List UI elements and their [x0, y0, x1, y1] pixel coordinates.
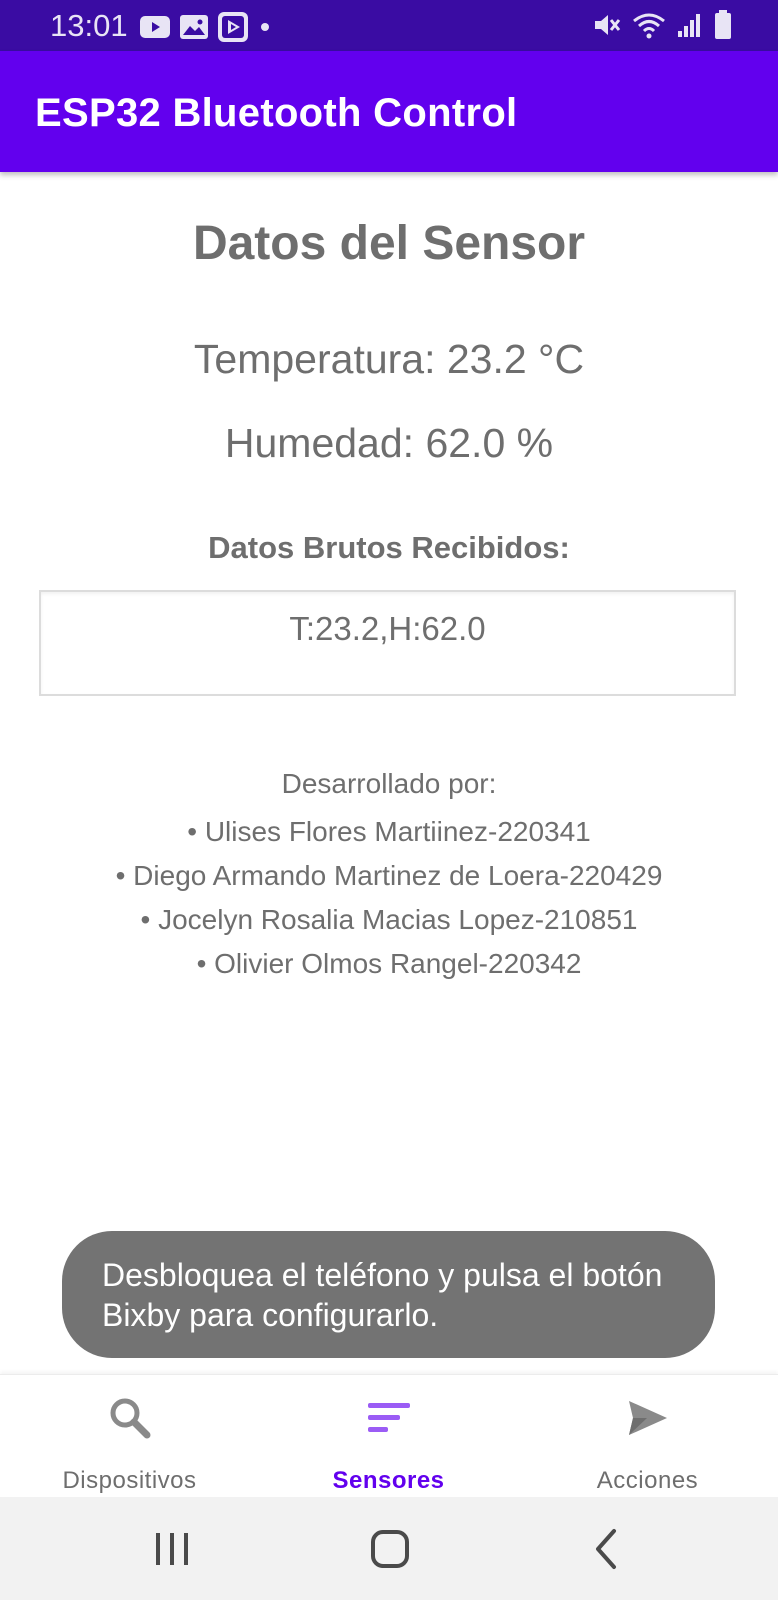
signal-icon — [676, 11, 704, 44]
back-icon[interactable] — [578, 1527, 638, 1571]
gallery-icon — [180, 15, 208, 44]
toast-text: Desbloquea el teléfono y pulsa el botón … — [102, 1257, 663, 1333]
status-right-icons — [592, 10, 732, 45]
wifi-icon — [632, 11, 666, 44]
send-icon — [625, 1395, 671, 1441]
nav-item-dispositivos[interactable]: Dispositivos — [0, 1375, 259, 1498]
nav-item-acciones[interactable]: Acciones — [518, 1375, 777, 1498]
nav-label-sensores: Sensores — [332, 1467, 445, 1494]
youtube-icon — [140, 16, 170, 43]
home-icon[interactable] — [360, 1527, 420, 1571]
dot-icon — [258, 20, 272, 39]
developers-heading: Desarrollado por: — [281, 768, 497, 799]
battery-icon — [714, 10, 732, 45]
nav-label-acciones: Acciones — [596, 1467, 699, 1494]
play-store-icon — [218, 12, 248, 47]
mute-icon — [592, 11, 622, 44]
app-bar: ESP32 Bluetooth Control — [0, 51, 778, 172]
recent-apps-icon[interactable] — [142, 1527, 202, 1571]
developers-list: • Ulises Flores Martiinez-220341 • Diego… — [0, 810, 778, 986]
raw-data-box: T:23.2,H:62.0 — [39, 590, 736, 696]
raw-data-heading: Datos Brutos Recibidos: — [208, 530, 570, 565]
app-title: ESP32 Bluetooth Control — [35, 91, 518, 135]
status-left-icons — [140, 12, 272, 47]
developer-item: • Olivier Olmos Rangel-220342 — [196, 948, 582, 979]
developer-item: • Diego Armando Martinez de Loera-220429 — [115, 860, 663, 891]
bottom-navigation: Dispositivos Sensores Acciones — [0, 1374, 778, 1498]
toast-message: Desbloquea el teléfono y pulsa el botón … — [62, 1231, 715, 1358]
system-navigation-bar — [0, 1497, 778, 1600]
status-time: 13:01 — [50, 8, 128, 43]
nav-label-dispositivos: Dispositivos — [62, 1467, 197, 1494]
developer-item: • Jocelyn Rosalia Macias Lopez-210851 — [140, 904, 638, 935]
nav-item-sensores[interactable]: Sensores — [259, 1375, 518, 1498]
developer-item: • Ulises Flores Martiinez-220341 — [187, 816, 591, 847]
humidity-reading: Humedad: 62.0 % — [224, 420, 554, 466]
raw-data-value: T:23.2,H:62.0 — [289, 610, 486, 647]
page-title: Datos del Sensor — [192, 217, 586, 270]
sort-lines-icon — [366, 1395, 412, 1441]
search-icon — [107, 1395, 153, 1441]
status-bar: 13:01 — [0, 0, 778, 51]
temperature-reading: Temperatura: 23.2 °C — [193, 336, 585, 382]
